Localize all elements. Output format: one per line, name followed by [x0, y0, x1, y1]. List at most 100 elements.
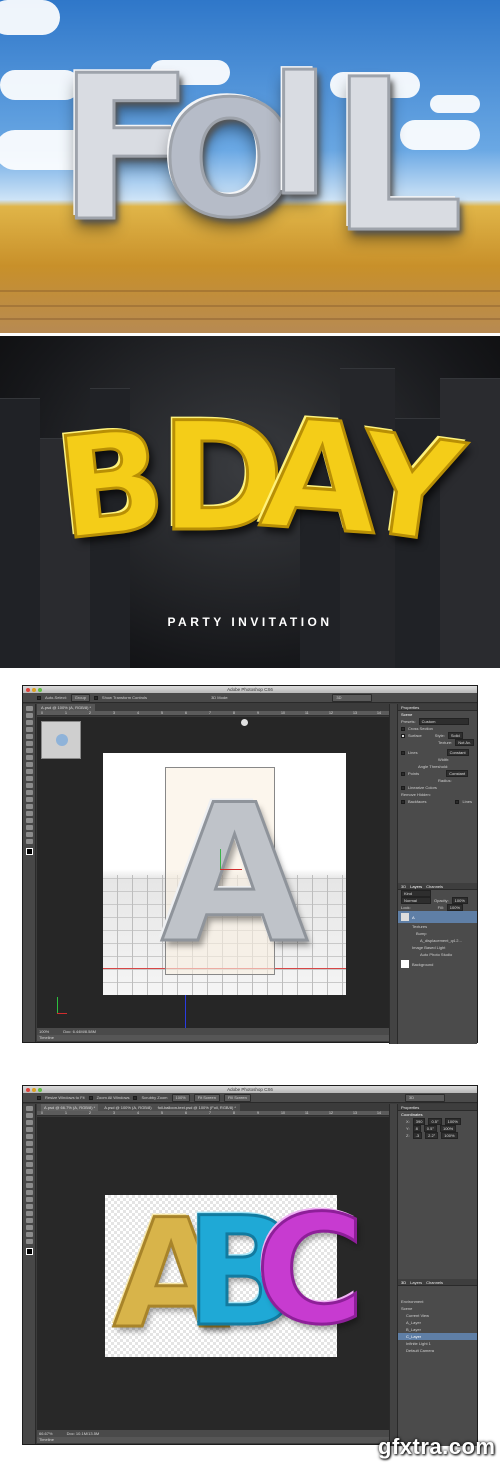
- show-transform-checkbox[interactable]: [93, 695, 98, 700]
- crop-tool-icon[interactable]: [26, 734, 33, 739]
- layer-row-displacement[interactable]: A_displacement_q4.2...: [398, 937, 477, 944]
- gradient-tool-icon[interactable]: [26, 1183, 33, 1188]
- pen-tool-icon[interactable]: [26, 1204, 33, 1209]
- scene-item-a-layer[interactable]: A_Layer: [398, 1319, 477, 1326]
- layer-filter-kind[interactable]: Kind: [401, 890, 431, 897]
- tab-layers[interactable]: Layers: [410, 883, 422, 889]
- texture-dropdown[interactable]: Not Av.: [455, 739, 474, 746]
- quick-select-tool-icon[interactable]: [26, 727, 33, 732]
- document-tab-active[interactable]: A.psd @ 66.7% (A, RGB/8) *: [41, 1104, 99, 1111]
- properties-tab[interactable]: Properties: [398, 704, 477, 711]
- workspace-switcher[interactable]: 3D: [332, 693, 373, 702]
- properties-tab[interactable]: Properties: [398, 1104, 477, 1111]
- type-tool-icon[interactable]: [26, 1211, 33, 1216]
- blur-tool-icon[interactable]: [26, 790, 33, 795]
- presets-dropdown[interactable]: Custom: [418, 718, 469, 725]
- layer-row-bump[interactable]: Bump: [398, 930, 477, 937]
- foreground-color-swatch[interactable]: [26, 848, 33, 855]
- stamp-tool-icon[interactable]: [26, 1162, 33, 1167]
- move-tool-icon[interactable]: [26, 706, 33, 711]
- workspace-switcher[interactable]: 3D: [404, 1093, 445, 1102]
- document-tab[interactable]: A.psd @ 100% (A, RGB/8): [104, 1104, 151, 1111]
- zoom-level[interactable]: 66.67%: [39, 1430, 53, 1437]
- scene-item-current-view[interactable]: Current View: [398, 1312, 477, 1319]
- shape-tool-icon[interactable]: [26, 1225, 33, 1230]
- lines-checkbox[interactable]: [401, 750, 405, 755]
- stamp-tool-icon[interactable]: [26, 762, 33, 767]
- points-style-dropdown[interactable]: Constant: [446, 770, 469, 777]
- marquee-tool-icon[interactable]: [26, 713, 33, 718]
- resize-windows-checkbox[interactable]: [37, 1095, 41, 1100]
- x-rotation-field[interactable]: 0.5°: [428, 1118, 442, 1125]
- dodge-tool-icon[interactable]: [26, 1197, 33, 1202]
- scene-item-environment[interactable]: Environment: [398, 1298, 477, 1305]
- blur-tool-icon[interactable]: [26, 1190, 33, 1195]
- z-rotation-field[interactable]: 2.2°: [425, 1132, 439, 1139]
- healing-tool-icon[interactable]: [26, 1148, 33, 1153]
- canvas-area[interactable]: A: [37, 717, 397, 1028]
- lasso-tool-icon[interactable]: [26, 1120, 33, 1125]
- x-position-field[interactable]: 390: [412, 1118, 426, 1125]
- quick-select-tool-icon[interactable]: [26, 1127, 33, 1132]
- path-select-tool-icon[interactable]: [26, 818, 33, 823]
- zoom-level[interactable]: 100%: [39, 1028, 49, 1035]
- pen-tool-icon[interactable]: [26, 804, 33, 809]
- lasso-tool-icon[interactable]: [26, 720, 33, 725]
- fill-field[interactable]: 100%: [446, 904, 464, 911]
- history-brush-tool-icon[interactable]: [26, 1169, 33, 1174]
- actual-pixels-button[interactable]: 100%: [171, 1093, 190, 1102]
- zoom-tool-icon[interactable]: [26, 839, 33, 844]
- group-dropdown[interactable]: Group: [70, 693, 90, 702]
- timeline-panel[interactable]: Timeline: [37, 1035, 397, 1041]
- healing-tool-icon[interactable]: [26, 748, 33, 753]
- layer-row-ibl[interactable]: Image Based Light: [398, 944, 477, 951]
- foreground-color-swatch[interactable]: [26, 1248, 33, 1255]
- zoom-all-checkbox[interactable]: [88, 1095, 93, 1100]
- zoom-tool-icon[interactable]: [26, 1239, 33, 1244]
- crop-tool-icon[interactable]: [26, 1134, 33, 1139]
- eraser-tool-icon[interactable]: [26, 1176, 33, 1181]
- opacity-field[interactable]: 100%: [451, 897, 468, 904]
- tab-layers[interactable]: Layers: [410, 1279, 422, 1285]
- scene-item-default-camera[interactable]: Default Camera: [398, 1347, 477, 1354]
- surface-checkbox[interactable]: [401, 733, 405, 738]
- 3d-camera-icon[interactable]: [241, 719, 248, 726]
- document-tab[interactable]: A.psd @ 100% (A, RGB/8) *: [37, 704, 96, 711]
- eraser-tool-icon[interactable]: [26, 776, 33, 781]
- fill-screen-button[interactable]: Fill Screen: [223, 1093, 251, 1102]
- tab-3d[interactable]: 3D: [401, 1279, 406, 1285]
- y-rotation-field[interactable]: 0.5°: [423, 1125, 437, 1132]
- timeline-panel[interactable]: Timeline: [37, 1437, 397, 1443]
- document-tab[interactable]: foil-balloon-text.psd @ 100% (Foil, RGB/…: [158, 1104, 236, 1111]
- z-scale-field[interactable]: 100%: [441, 1132, 458, 1139]
- canvas-area[interactable]: A B C: [37, 1117, 397, 1430]
- layer-row-textures[interactable]: Textures: [398, 923, 477, 930]
- silver-balloon-a[interactable]: A: [159, 773, 309, 976]
- layer-row-studio[interactable]: Auto Photo Studio: [398, 951, 477, 958]
- tab-channels[interactable]: Channels: [426, 883, 443, 889]
- gradient-tool-icon[interactable]: [26, 783, 33, 788]
- tab-3d[interactable]: 3D: [401, 883, 406, 889]
- x-scale-field[interactable]: 100%: [444, 1118, 461, 1125]
- y-position-field[interactable]: 8: [412, 1125, 421, 1132]
- scene-item-b-layer[interactable]: B_Layer: [398, 1326, 477, 1333]
- brush-tool-icon[interactable]: [26, 755, 33, 760]
- history-brush-tool-icon[interactable]: [26, 769, 33, 774]
- auto-select-checkbox[interactable]: [37, 695, 41, 700]
- hand-tool-icon[interactable]: [26, 832, 33, 837]
- path-select-tool-icon[interactable]: [26, 1218, 33, 1223]
- z-position-field[interactable]: -3: [412, 1132, 423, 1139]
- y-scale-field[interactable]: 100%: [439, 1125, 457, 1132]
- marquee-tool-icon[interactable]: [26, 1113, 33, 1118]
- layer-row-a[interactable]: A: [398, 911, 477, 923]
- eyedropper-tool-icon[interactable]: [26, 1141, 33, 1146]
- type-tool-icon[interactable]: [26, 811, 33, 816]
- scene-item-infinite-light[interactable]: Infinite Light 1: [398, 1340, 477, 1347]
- eyedropper-tool-icon[interactable]: [26, 741, 33, 746]
- lines-style-dropdown[interactable]: Constant: [446, 749, 469, 756]
- points-checkbox[interactable]: [401, 771, 405, 776]
- shape-tool-icon[interactable]: [26, 825, 33, 830]
- scrubby-zoom-checkbox[interactable]: [133, 1095, 138, 1100]
- 3d-navigator-widget[interactable]: [41, 721, 81, 759]
- hand-tool-icon[interactable]: [26, 1232, 33, 1237]
